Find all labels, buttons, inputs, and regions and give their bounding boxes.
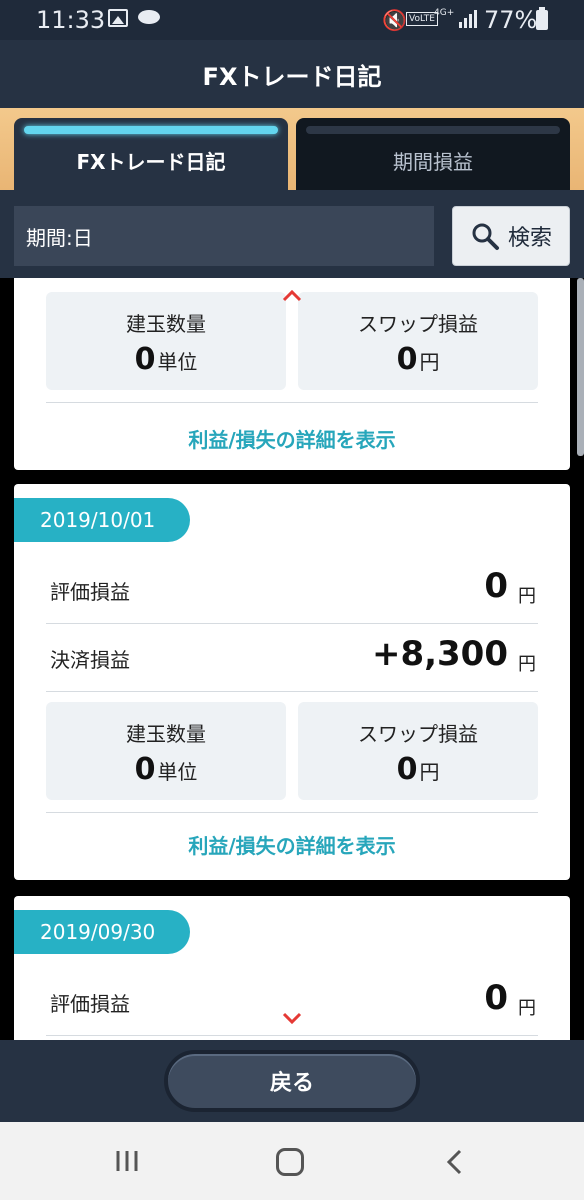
unrealized-pnl-value: 0 [484,978,508,1018]
realized-pnl-label: 決済損益 [50,648,130,672]
tab-period-pnl[interactable]: 期間損益 [296,118,570,190]
recent-apps-icon[interactable] [114,1148,140,1174]
realized-pnl-row: 決済損益 +8,300 円 [46,624,538,692]
tab-label: FXトレード日記 [76,149,226,174]
unrealized-pnl-unit: 円 [518,586,536,607]
swap-pnl-box: スワップ損益 0 円 [298,702,538,800]
position-quantity-unit: 単位 [157,760,198,784]
swap-pnl-value: 0 [396,752,418,787]
diary-card: 2019/10/01 評価損益 0 円 決済損益 +8,300 円 建玉数量 0… [14,484,570,880]
back-arrow-icon[interactable] [444,1148,464,1176]
unrealized-pnl-label: 評価損益 [50,992,130,1016]
mute-icon: 🔇 [382,8,407,32]
search-button-label: 検索 [507,226,552,251]
tab-label: 期間損益 [393,149,473,174]
position-quantity-value: 0 [134,342,156,377]
date-badge: 2019/10/01 [14,498,190,542]
tab-inactive-indicator [306,126,560,134]
search-button[interactable]: 検索 [452,206,570,266]
unrealized-pnl-value: 0 [484,566,508,606]
tab-bar: FXトレード日記 期間損益 [0,108,584,190]
position-quantity-box: 建玉数量 0 単位 [46,292,286,390]
search-area: 期間:日 検索 [0,190,584,278]
swap-pnl-label: スワップ損益 [358,722,478,746]
signal-icon [459,10,477,28]
back-button[interactable]: 戻る [164,1050,420,1112]
period-select[interactable]: 期間:日 [14,206,434,266]
battery-icon [536,7,548,30]
unrealized-pnl-label: 評価損益 [50,580,130,604]
divider [46,402,538,403]
position-quantity-box: 建玉数量 0 単位 [46,702,286,800]
divider [46,812,538,813]
swap-pnl-unit: 円 [419,760,440,784]
scrollbar[interactable] [577,278,584,456]
battery-percent: 77% [484,6,538,34]
app-header: FXトレード日記 [0,40,584,108]
position-quantity-label: 建玉数量 [126,722,206,746]
unrealized-pnl-unit: 円 [518,998,536,1019]
position-quantity-label: 建玉数量 [126,312,206,336]
chevron-up-icon[interactable] [282,288,302,302]
swap-pnl-box: スワップ損益 0 円 [298,292,538,390]
swap-pnl-unit: 円 [419,350,440,374]
chevron-down-icon[interactable] [282,1012,302,1026]
network-type: 4G+ [434,8,455,18]
unrealized-pnl-row: 評価損益 0 円 [46,556,538,624]
date-badge: 2019/09/30 [14,910,190,954]
system-nav-bar [0,1122,584,1200]
home-icon[interactable] [276,1148,304,1176]
tab-active-indicator [24,126,278,134]
diary-card: 建玉数量 0 単位 スワップ損益 0 円 利益/損失の詳細を表示 [14,278,570,470]
position-quantity-value: 0 [134,752,156,787]
status-bar: 11:33 🔇 VoLTE 4G+ 77% [0,0,584,40]
tab-fx-trade-diary[interactable]: FXトレード日記 [14,118,288,190]
page-title: FXトレード日記 [202,62,382,91]
position-quantity-unit: 単位 [157,350,198,374]
show-pnl-detail-link[interactable]: 利益/損失の詳細を表示 [14,830,570,859]
realized-pnl-value: +8,300 [371,634,508,674]
realized-pnl-unit: 円 [518,654,536,675]
coin-icon [138,10,160,24]
gallery-icon [108,9,128,27]
search-icon [472,223,499,250]
footer: 戻る [0,1040,584,1122]
status-time: 11:33 [36,6,106,34]
swap-pnl-value: 0 [396,342,418,377]
show-pnl-detail-link[interactable]: 利益/損失の詳細を表示 [14,424,570,453]
swap-pnl-label: スワップ損益 [358,312,478,336]
diary-list[interactable]: 建玉数量 0 単位 スワップ損益 0 円 利益/損失の詳細を表示 2019/10… [0,278,584,1040]
